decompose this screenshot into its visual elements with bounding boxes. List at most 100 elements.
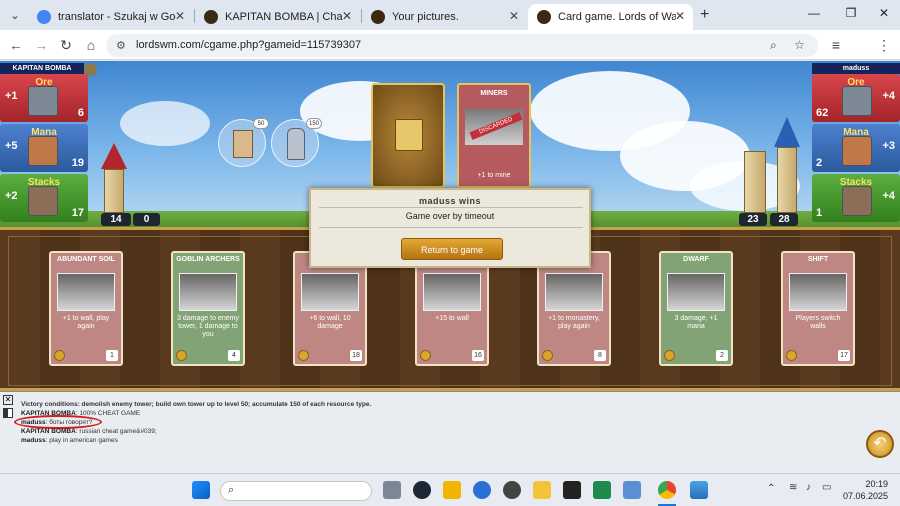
search-icon: ⌕ — [228, 484, 235, 496]
resource-income: +4 — [882, 90, 895, 102]
tab-kapitan-bomba[interactable]: KAPITAN BOMBA | Character in ✕ — [195, 4, 360, 30]
card-description: +15 to wall — [435, 315, 469, 322]
tab-title: translator - Szukaj w Google — [58, 11, 176, 23]
resource-coin-icon — [664, 350, 675, 361]
right-player-name: maduss — [812, 63, 900, 74]
card-cost: 2 — [716, 350, 728, 361]
google-favicon-icon — [37, 10, 51, 24]
card-deck[interactable] — [371, 83, 445, 188]
close-window-button[interactable]: ✕ — [876, 6, 892, 20]
hand-card[interactable]: WALL+15 to wall16 — [415, 251, 489, 366]
monastery-icon — [842, 136, 872, 166]
epic-games-icon[interactable] — [563, 481, 581, 499]
task-view-icon[interactable] — [383, 481, 401, 499]
taskbar-clock[interactable]: 20:19 07.06.2025 — [843, 478, 888, 502]
hand-card[interactable]: ABUNDANT SOIL +1 to wall, play again 1 — [49, 251, 123, 366]
tab-card-game[interactable]: Card game. Lords of War and M ✕ — [528, 4, 693, 30]
photos-icon[interactable] — [690, 481, 708, 499]
hand-card[interactable]: SHIFT Players switch walls 17 — [781, 251, 855, 366]
volume-icon[interactable]: ♪ — [806, 482, 811, 493]
hand-card[interactable]: CAPTAIN+1 to monastery, play again8 — [537, 251, 611, 366]
resource-coin-icon — [542, 350, 553, 361]
rockstar-icon[interactable] — [443, 481, 461, 499]
tab-search-button[interactable]: ⌄ — [6, 6, 24, 24]
clock-date: 07.06.2025 — [842, 491, 888, 501]
chrome-icon[interactable] — [658, 481, 676, 499]
zoom-icon[interactable]: ⌕ — [770, 38, 777, 53]
return-to-game-button[interactable]: Return to game — [401, 238, 503, 260]
bookmark-star-icon[interactable]: ☆ — [794, 38, 805, 52]
card-title: DWARF — [683, 256, 709, 263]
tab-title: Your pictures. — [392, 11, 459, 23]
restore-button[interactable]: ❐ — [843, 6, 859, 20]
store-icon[interactable] — [623, 481, 641, 499]
reload-button[interactable]: ↻ — [58, 37, 74, 54]
tray-chevron-icon[interactable]: ⌃ — [767, 483, 775, 494]
menu-icon[interactable]: ⋮ — [876, 37, 892, 54]
address-bar[interactable]: ⚙ lordswm.com/cgame.php?gameid=115739307… — [106, 34, 818, 57]
new-tab-button[interactable]: + — [700, 6, 709, 24]
hand-card[interactable]: +6 to wall, 10 damage 18 — [293, 251, 367, 366]
close-chat-icon[interactable]: ✕ — [3, 395, 13, 405]
close-tab-icon[interactable]: ✕ — [509, 9, 519, 23]
back-button[interactable]: ← — [8, 37, 24, 53]
resource-income: +3 — [882, 140, 895, 152]
card-illustration — [667, 273, 725, 311]
tab-your-pictures[interactable]: Your pictures. ✕ — [362, 4, 527, 30]
resource-income: +1 — [5, 90, 18, 102]
card-illustration — [423, 273, 481, 311]
file-explorer-icon[interactable] — [533, 481, 551, 499]
card-cost: 16 — [472, 350, 484, 361]
card-cost: 1 — [106, 350, 118, 361]
wifi-icon[interactable]: ≋ — [789, 482, 797, 493]
tab-strip: ⌄ translator - Szukaj w Google ✕ KAPITAN… — [0, 0, 900, 30]
played-card-miners: MINERS DISCARDED +1 to mine — [457, 83, 531, 188]
card-cost: 17 — [838, 350, 850, 361]
card-description: 3 damage to enemy tower, 1 damage to you — [177, 315, 239, 338]
windows-taskbar: ⌕ ⌃ ≋ ♪ ▭ 20:19 07.06.2025 — [0, 473, 900, 506]
back-arrow-button[interactable]: ↶ — [866, 430, 894, 458]
left-ore-panel: Ore +1 6 — [0, 74, 88, 122]
game-over-dialog: maduss wins Game over by timeout Return … — [309, 188, 591, 268]
spreadsheet-icon[interactable] — [593, 481, 611, 499]
home-button[interactable]: ⌂ — [83, 37, 99, 53]
cards-icon — [395, 119, 423, 151]
minimize-button[interactable]: — — [806, 6, 822, 20]
castle-goal-badge: 50 — [253, 118, 269, 129]
battery-icon[interactable]: ▭ — [822, 482, 831, 493]
tab-title: KAPITAN BOMBA | Character in — [225, 11, 343, 23]
tab-translator[interactable]: translator - Szukaj w Google ✕ — [28, 4, 193, 30]
card-description: Players switch walls — [795, 315, 841, 330]
site-info-icon[interactable]: ⚙ — [116, 39, 126, 52]
knight-goal-bubble: 150 — [271, 118, 322, 167]
hand-card[interactable]: DWARF 3 damage, +1 mana 2 — [659, 251, 733, 366]
ore-mine-icon — [842, 86, 872, 116]
right-wall — [744, 151, 766, 213]
forward-button[interactable]: → — [33, 37, 49, 53]
browser-toolbar: ← → ↻ ⌂ ⚙ lordswm.com/cgame.php?gameid=1… — [0, 30, 900, 60]
tab-title: Card game. Lords of War and M — [558, 11, 676, 23]
right-tower-count: 23 — [739, 213, 767, 226]
close-tab-icon[interactable]: ✕ — [342, 9, 352, 23]
obs-icon[interactable] — [503, 481, 521, 499]
resource-income: +2 — [5, 190, 18, 202]
card-description: +1 to mine — [477, 172, 511, 179]
knight-goal-badge: 150 — [306, 118, 322, 129]
close-tab-icon[interactable]: ✕ — [175, 9, 185, 23]
left-stacks-panel: Stacks +2 17 — [0, 174, 88, 222]
card-illustration — [301, 273, 359, 311]
resource-value: 17 — [71, 207, 84, 219]
barracks-icon — [842, 186, 872, 216]
chat-log: ✕ Victory conditions: demolish enemy tow… — [0, 391, 900, 473]
steam-icon[interactable] — [413, 481, 431, 499]
start-icon[interactable] — [192, 481, 210, 499]
close-tab-icon[interactable]: ✕ — [675, 9, 685, 23]
resource-value: 6 — [77, 107, 84, 119]
card-description: +1 to monastery, play again — [548, 315, 600, 330]
battlenet-icon[interactable] — [473, 481, 491, 499]
toggle-panel-icon[interactable] — [3, 408, 13, 418]
hand-card[interactable]: GOBLIN ARCHERS 3 damage to enemy tower, 1… — [171, 251, 245, 366]
reading-list-icon[interactable]: ≡ — [828, 37, 844, 53]
castle-goal-bubble: 50 — [218, 118, 269, 167]
taskbar-search[interactable]: ⌕ — [220, 481, 372, 501]
